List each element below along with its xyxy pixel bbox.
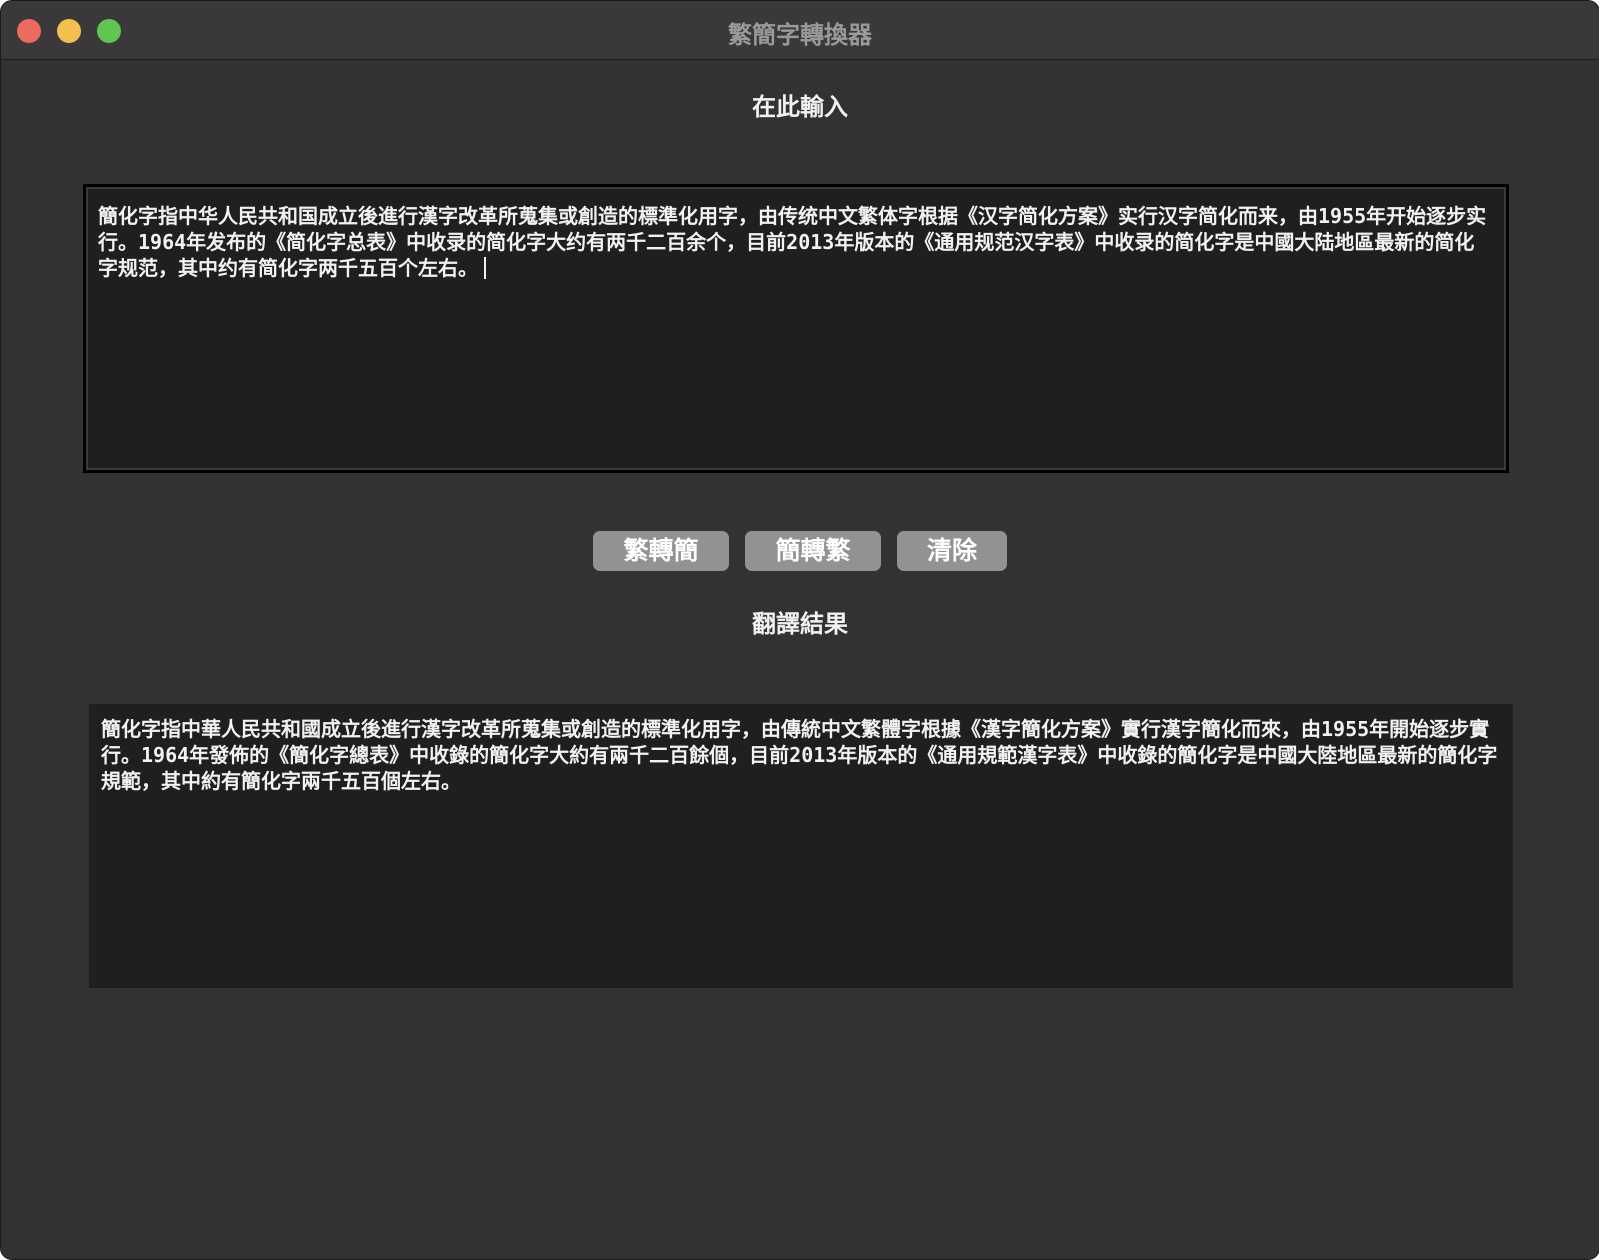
- input-textarea[interactable]: 簡化字指中华人民共和国成立後進行漢字改革所蒐集或創造的標準化用字，由传统中文繁体…: [83, 184, 1509, 473]
- output-text: 簡化字指中華人民共和國成立後進行漢字改革所蒐集或創造的標準化用字，由傳統中文繁體…: [101, 717, 1498, 793]
- output-textarea[interactable]: 簡化字指中華人民共和國成立後進行漢字改革所蒐集或創造的標準化用字，由傳統中文繁體…: [89, 704, 1513, 988]
- text-caret: [484, 257, 486, 279]
- output-label: 翻譯結果: [752, 610, 848, 638]
- simplified-to-traditional-button[interactable]: 簡轉繁: [745, 531, 881, 571]
- clear-button[interactable]: 清除: [897, 531, 1007, 571]
- input-text[interactable]: 簡化字指中华人民共和国成立後進行漢字改革所蒐集或創造的標準化用字，由传统中文繁体…: [98, 203, 1494, 281]
- button-row: 繁轉簡 簡轉繁 清除: [1, 531, 1599, 571]
- window-title: 繁簡字轉換器: [728, 21, 872, 49]
- input-label: 在此輸入: [752, 93, 848, 121]
- title-bar[interactable]: 繁簡字轉換器: [1, 1, 1599, 60]
- traditional-to-simplified-button[interactable]: 繁轉簡: [593, 531, 729, 571]
- desktop-edge: [1599, 0, 1604, 1260]
- app-window: 繁簡字轉換器 在此輸入 簡化字指中华人民共和国成立後進行漢字改革所蒐集或創造的標…: [0, 0, 1600, 1260]
- input-text-value: 簡化字指中华人民共和国成立後進行漢字改革所蒐集或創造的標準化用字，由传统中文繁体…: [98, 204, 1487, 280]
